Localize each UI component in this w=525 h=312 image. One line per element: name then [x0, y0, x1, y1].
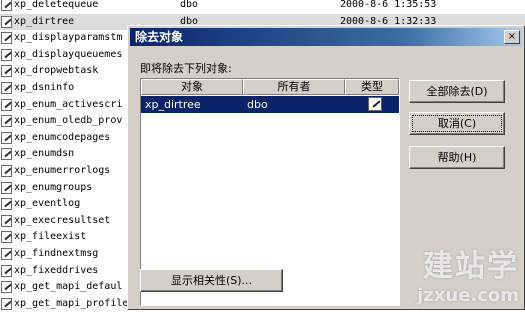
- list-item-name: xp_execresultset: [14, 214, 111, 226]
- column-header-type[interactable]: 类型: [345, 79, 399, 95]
- extended-procedure-icon: [1, 82, 12, 94]
- list-item-name: xp_enumerrorlogs: [14, 165, 111, 176]
- list-item-name: xp_dropwebtask: [14, 65, 99, 77]
- list-item-name: xp_enumcodepages: [14, 131, 111, 143]
- list-item-name: xp_dirtree: [14, 15, 75, 27]
- extended-procedure-icon: [1, 214, 12, 227]
- extended-procedure-icon: [1, 32, 12, 45]
- watermark-en: jzxue.com: [417, 285, 519, 306]
- extended-procedure-icon: [1, 231, 12, 244]
- list-item-name: xp_dsninfo: [14, 82, 75, 93]
- extended-procedure-icon: [1, 131, 12, 144]
- list-item-name: xp_get_mapi_profiles: [14, 297, 135, 309]
- column-header-owner[interactable]: 所有者: [243, 79, 345, 95]
- extended-procedure-icon: [1, 165, 12, 177]
- list-item-name: xp_displayqueuemes: [14, 48, 123, 60]
- list-item-date: 2000-8-6 1:35:53: [340, 0, 437, 10]
- list-item-name: xp_deletequeue: [14, 0, 99, 10]
- extended-procedure-icon: [1, 264, 12, 277]
- extended-procedure-icon: [1, 0, 12, 11]
- list-item-owner: dbo: [180, 0, 199, 10]
- list-item-name: xp_get_mapi_defaul: [14, 281, 123, 293]
- extended-procedure-icon: [1, 181, 12, 194]
- show-dependencies-button[interactable]: 显示相关性(S)...: [140, 269, 283, 292]
- drop-all-button[interactable]: 全部除去(D): [409, 80, 505, 103]
- help-button[interactable]: 帮助(H): [409, 146, 505, 169]
- dialog-titlebar[interactable]: 除去对象 ×: [130, 28, 522, 46]
- cancel-button[interactable]: 取消(C): [409, 112, 505, 135]
- row-owner: dbo: [247, 98, 268, 111]
- list-item[interactable]: xp_deletequeue dbo 2000-8-6 1:35:53: [0, 0, 525, 13]
- extended-procedure-icon: [1, 198, 12, 211]
- extended-procedure-icon: [368, 97, 382, 111]
- extended-procedure-icon: [1, 115, 12, 128]
- extended-procedure-icon: [1, 98, 12, 111]
- list-item-name: xp_displayparamstm: [14, 32, 123, 44]
- list-item-name: xp_enum_activescri: [14, 98, 123, 110]
- watermark: 建站学 jzxue.com: [417, 241, 519, 306]
- close-button[interactable]: ×: [504, 30, 520, 44]
- list-item-name: xp_fixeddrives: [14, 264, 99, 276]
- extended-procedure-icon: [1, 148, 12, 161]
- extended-procedure-icon: [1, 65, 12, 78]
- list-item-name: xp_fileexist: [14, 231, 87, 243]
- list-item-name: xp_findnextmsg: [14, 248, 99, 259]
- extended-procedure-icon: [1, 248, 12, 260]
- grid-header: 对象 所有者 类型: [141, 79, 399, 95]
- close-icon: ×: [507, 31, 517, 42]
- list-item-name: xp_enum_oledb_prov: [14, 115, 123, 127]
- instruction-label: 即将除去下列对象:: [140, 62, 232, 75]
- list-item-name: xp_enumdsn: [14, 148, 75, 160]
- watermark-cn: 建站学: [423, 249, 519, 284]
- list-item-name: xp_enumgroups: [14, 181, 93, 193]
- table-row[interactable]: xp_dirtree dbo: [141, 96, 399, 113]
- extended-procedure-icon: [1, 297, 12, 310]
- row-object-name: xp_dirtree: [145, 98, 201, 111]
- extended-procedure-icon: [1, 15, 12, 28]
- dialog-title: 除去对象: [135, 30, 184, 44]
- list-item-name: xp_eventlog: [14, 198, 81, 210]
- extended-procedure-icon: [1, 281, 12, 294]
- column-header-object[interactable]: 对象: [141, 79, 243, 95]
- extended-procedure-icon: [1, 48, 12, 61]
